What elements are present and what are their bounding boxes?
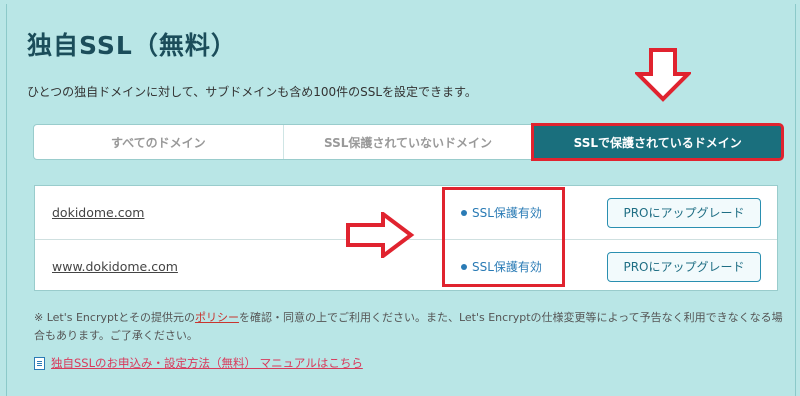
tab-protected-domains[interactable]: SSLで保護されているドメイン — [531, 123, 785, 161]
arrow-down-icon — [633, 48, 693, 106]
manual-link-row: 独自SSLのお申込み・設定方法（無料） マニュアルはこちら — [34, 355, 363, 371]
status-label: SSL保護有効 — [472, 206, 542, 220]
upgrade-pro-button[interactable]: PROにアップグレード — [607, 251, 761, 282]
domain-link[interactable]: www.dokidome.com — [52, 259, 178, 274]
manual-link[interactable]: 独自SSLのお申込み・設定方法（無料） マニュアルはこちら — [51, 355, 363, 371]
domain-filter-tabs: すべてのドメイン SSL保護されていないドメイン SSLで保護されているドメイン — [33, 123, 785, 161]
status-dot-icon — [461, 263, 467, 270]
status-badge: SSL保護有効 — [461, 204, 542, 221]
status-dot-icon — [461, 209, 467, 216]
policy-link[interactable]: ポリシー — [195, 311, 239, 324]
upgrade-pro-button[interactable]: PROにアップグレード — [607, 197, 761, 228]
page-description: ひとつの独自ドメインに対して、サブドメインも含め100件のSSLを設定できます。 — [27, 85, 477, 99]
tab-unprotected-domains[interactable]: SSL保護されていないドメイン — [284, 125, 534, 159]
policy-note: ※ Let's Encryptとその提供元のポリシーを確認・同意の上でご利用くだ… — [34, 309, 784, 345]
document-icon — [34, 356, 45, 370]
status-label: SSL保護有効 — [472, 260, 542, 274]
status-badge: SSL保護有効 — [461, 258, 542, 275]
arrow-right-icon — [345, 210, 415, 262]
ssl-panel: 独自SSL（無料） ひとつの独自ドメインに対して、サブドメインも含め100件のS… — [6, 4, 796, 396]
tab-all-domains[interactable]: すべてのドメイン — [34, 125, 284, 159]
note-prefix: ※ Let's Encryptとその提供元の — [34, 311, 195, 324]
domain-link[interactable]: dokidome.com — [52, 205, 144, 220]
page-title: 独自SSL（無料） — [27, 31, 237, 60]
